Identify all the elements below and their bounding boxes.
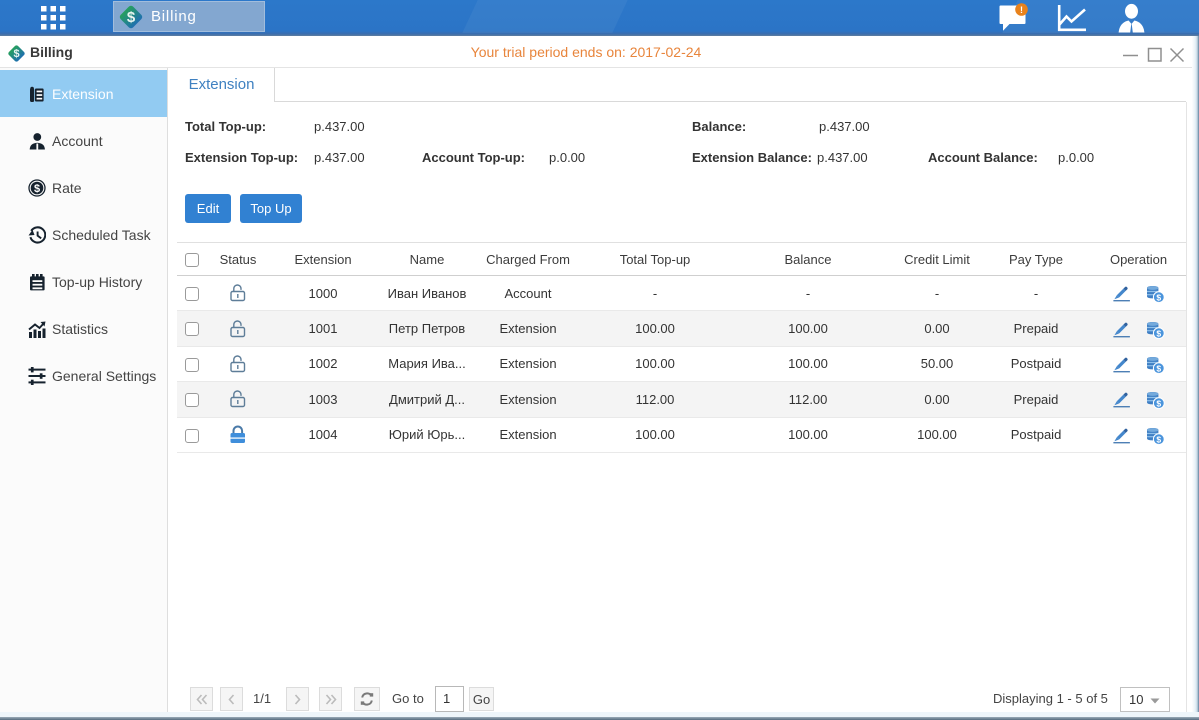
svg-text:!: ! (1020, 5, 1023, 15)
svg-text:$: $ (1156, 363, 1161, 373)
svg-text:$: $ (127, 9, 136, 26)
svg-text:$: $ (1156, 434, 1161, 444)
svg-text:$: $ (1156, 293, 1161, 303)
svg-text:$: $ (1156, 399, 1161, 409)
svg-text:$: $ (34, 183, 40, 195)
svg-text:$: $ (1156, 328, 1161, 338)
